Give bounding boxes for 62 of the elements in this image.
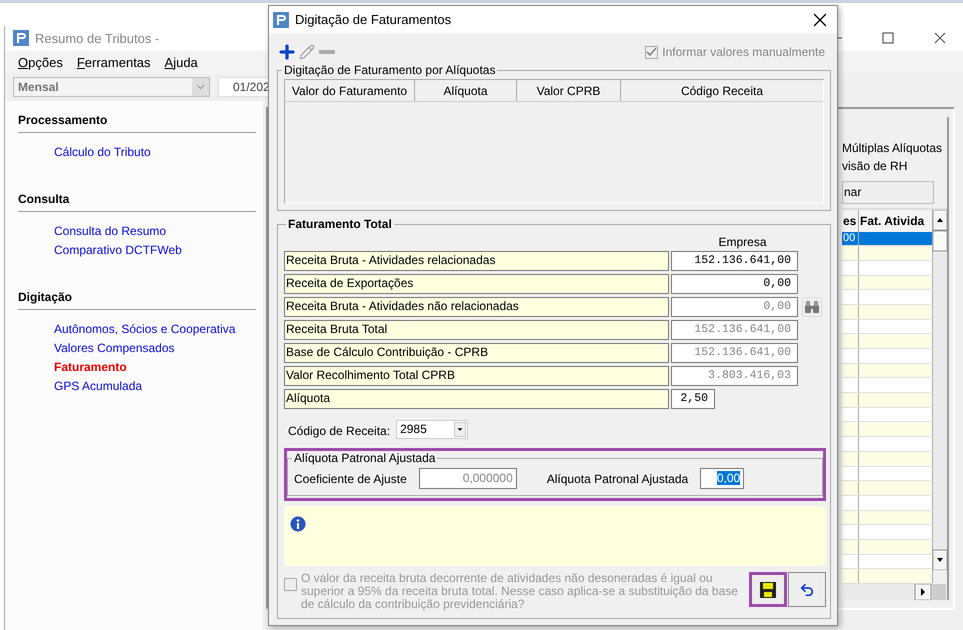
field-label: Alíquota: [284, 389, 669, 409]
column-header: Valor do Faturamento: [285, 80, 415, 101]
value-field[interactable]: 152.136.641,00: [671, 251, 798, 271]
field-label: Valor Recolhimento Total CPRB: [284, 366, 669, 386]
sidebar-link[interactable]: Faturamento: [18, 358, 127, 376]
save-button[interactable]: [749, 572, 787, 607]
field-label: Receita Bruta Total: [284, 320, 669, 340]
input-field[interactable]: 0,00: [700, 468, 744, 489]
minus-icon: [319, 50, 335, 54]
section-title: Processamento: [18, 112, 256, 132]
add-button[interactable]: [277, 42, 297, 62]
chevron-down-icon: [192, 78, 209, 96]
info-icon: [290, 516, 306, 532]
field-label: Receita de Exportações: [284, 274, 669, 294]
horizontal-scrollbar[interactable]: [842, 584, 947, 600]
column-header: Valor CPRB: [517, 80, 621, 101]
column-header: es: [842, 210, 859, 232]
checkbox-label: Informar valores manualmente: [662, 45, 825, 59]
sidebar-link[interactable]: GPS Acumulada: [18, 376, 142, 396]
undo-button[interactable]: [788, 572, 826, 607]
menu-item[interactable]: Opções: [18, 54, 63, 70]
value-field[interactable]: 0,00: [671, 274, 798, 294]
table-cell: 00: [842, 232, 859, 246]
app-logo-icon: [273, 12, 289, 28]
field-label: Código de Receita:: [288, 424, 390, 438]
sidebar-link[interactable]: Cálculo do Tributo: [18, 142, 151, 162]
sidebar-link[interactable]: Consulta do Resumo: [18, 222, 166, 240]
field-label: Receita Bruta - Atividades relacionadas: [284, 251, 669, 271]
column-header: Empresa: [717, 234, 768, 251]
pencil-icon: [299, 44, 315, 60]
column-header: Código Receita: [680, 83, 764, 100]
undo-icon: [799, 582, 815, 598]
option-label: visão de RH: [842, 158, 908, 174]
option-label: Múltiplas Alíquotas: [842, 140, 944, 156]
app-logo-icon: [13, 30, 29, 46]
grid-row[interactable]: 00: [842, 232, 933, 246]
sidebar-link[interactable]: Autônomos, Sócios e Cooperativa: [18, 320, 236, 338]
column-header: Alíquota: [415, 80, 517, 101]
section-title: Digitação: [18, 290, 256, 310]
menu-item[interactable]: Ajuda: [164, 54, 198, 70]
plus-icon: [277, 42, 297, 62]
code-select[interactable]: 2985: [396, 420, 468, 438]
window-title: Resumo de Tributos -: [35, 30, 160, 46]
group-title: Faturamento Total: [287, 217, 393, 231]
binoculars-icon: [804, 300, 820, 314]
section-title: Consulta: [18, 192, 256, 212]
dialog-title: Digitação de Faturamentos: [295, 12, 452, 27]
field-label: Alíquota Patronal Ajustada: [546, 472, 688, 486]
sidebar-link[interactable]: Comparativo DCTFWeb: [18, 240, 182, 260]
group-title: Digitação de Faturamento por Alíquotas: [283, 63, 496, 77]
vertical-scrollbar[interactable]: [933, 210, 947, 570]
field-label: Receita Bruta - Atividades não relacionadas: [284, 297, 669, 317]
field-label: Base de Cálculo Contribuição - CPRB: [284, 343, 669, 363]
caret-icon: [454, 422, 466, 436]
menu-item[interactable]: Ferramentas: [76, 54, 151, 70]
group-title: Alíquota Patronal Ajustada: [293, 451, 436, 465]
sidebar-link[interactable]: Valores Compensados: [18, 338, 175, 358]
field-label: Coeficiente de Ajuste: [294, 472, 407, 486]
checkbox-label: O valor da receita bruta decorrente de atividades não desoneradas é igual ou superior a 95% da receita bruta total. Nesse caso aplica-se a substituição da base de cálculo da contribuição previdenciária?: [301, 572, 739, 611]
close-icon[interactable]: [813, 12, 827, 26]
action-button[interactable]: nar: [842, 180, 934, 204]
value-field[interactable]: 2,50: [671, 389, 715, 409]
